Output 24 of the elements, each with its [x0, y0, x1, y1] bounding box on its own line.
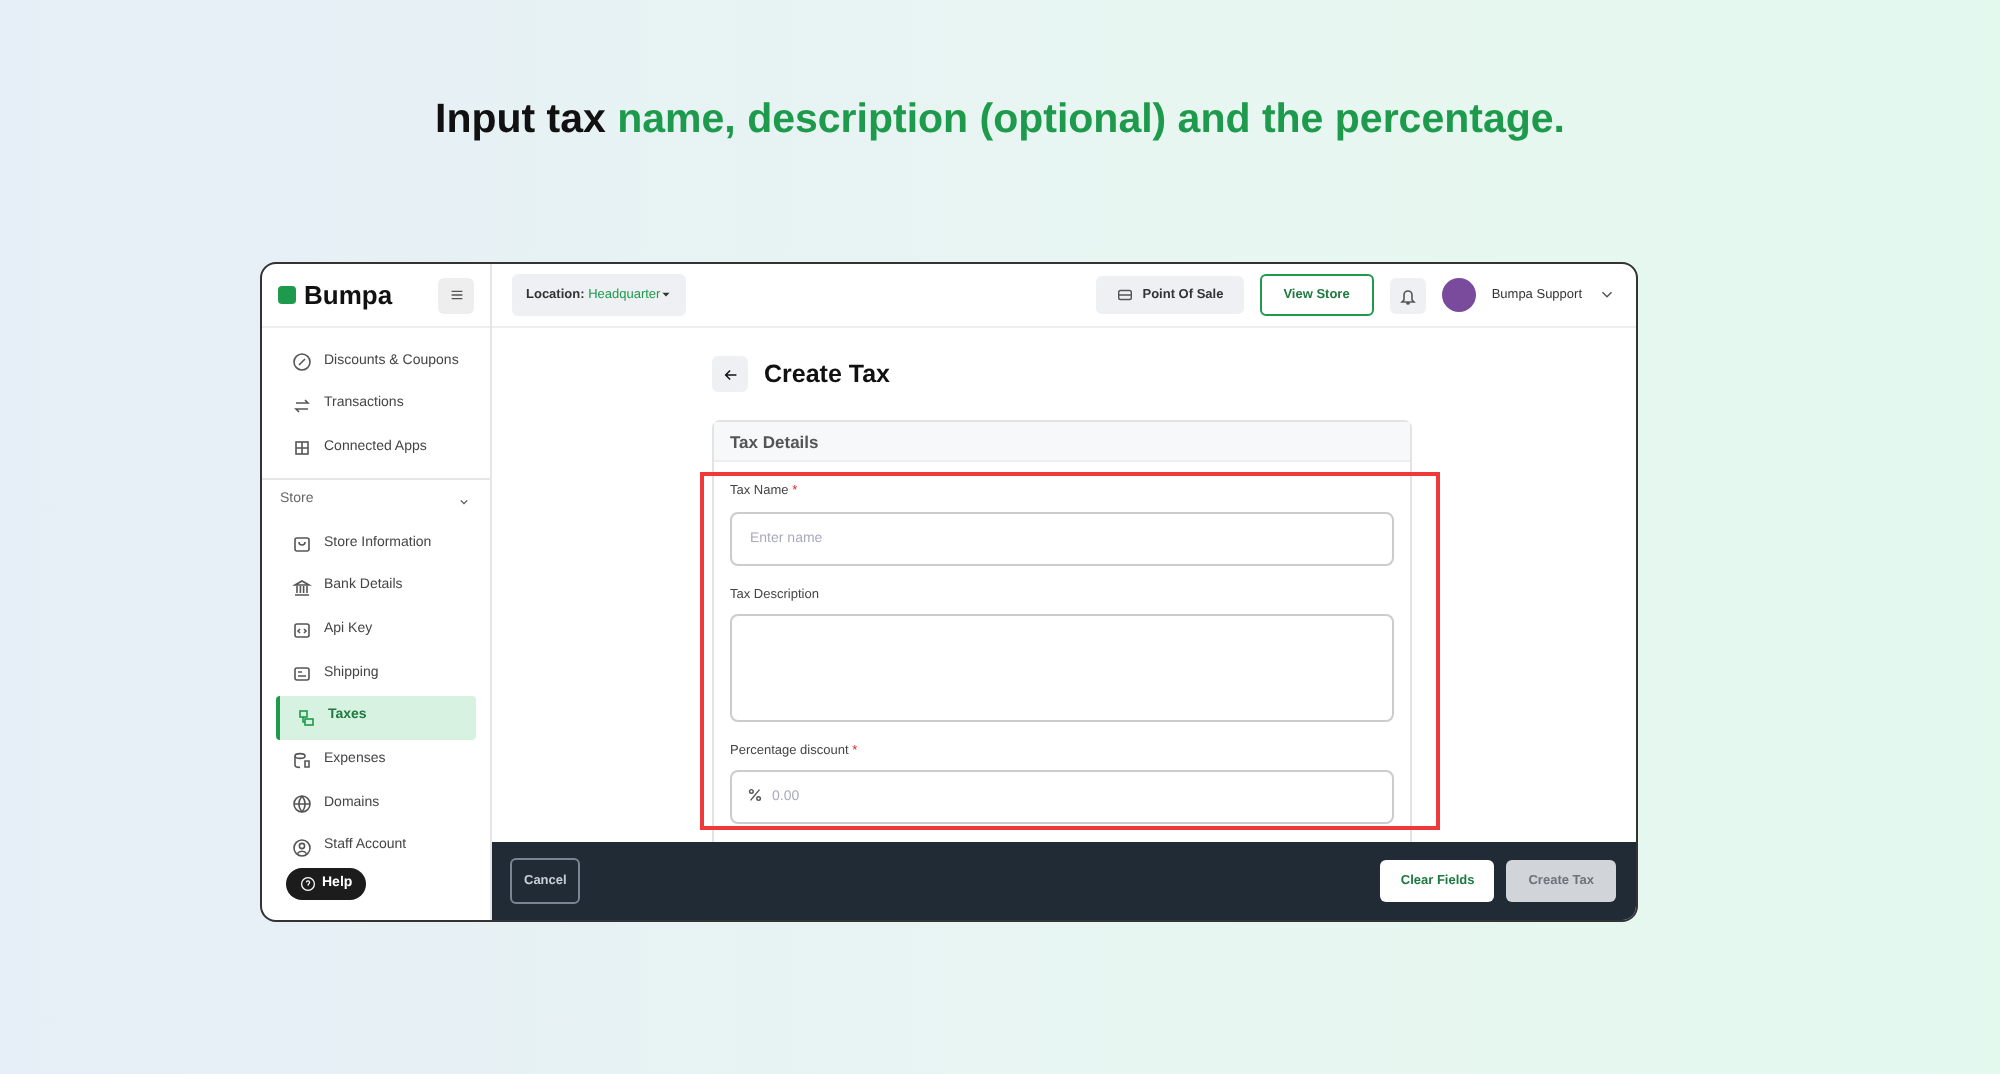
bank-icon: [292, 577, 312, 598]
menu-button[interactable]: [438, 277, 474, 313]
card-title: Tax Details: [714, 422, 1410, 462]
discount-icon: [292, 351, 312, 372]
back-button[interactable]: [712, 356, 748, 392]
bell-icon: [1397, 285, 1418, 305]
notifications-button[interactable]: [1389, 277, 1426, 313]
shipping-icon: [292, 663, 312, 684]
arrow-left-icon: [721, 365, 739, 383]
user-circle-icon: [292, 837, 312, 858]
transfer-arrows-icon: [292, 395, 312, 416]
stacked-boxes-icon: [296, 707, 316, 728]
storefront-icon: [292, 533, 312, 554]
avatar: [1441, 278, 1476, 312]
percent-icon: [746, 786, 764, 805]
page-title: Create Tax: [764, 359, 890, 389]
caret-icon: [660, 287, 673, 300]
headline: Input tax name, description (optional) and the percentage.: [433, 94, 1567, 146]
menu-icon: [447, 286, 465, 304]
code-icon: [292, 620, 312, 641]
brand-logo: Bumpa: [278, 275, 393, 315]
grid-icon: [292, 438, 312, 459]
globe-icon: [292, 794, 312, 815]
help-icon: [300, 875, 316, 892]
